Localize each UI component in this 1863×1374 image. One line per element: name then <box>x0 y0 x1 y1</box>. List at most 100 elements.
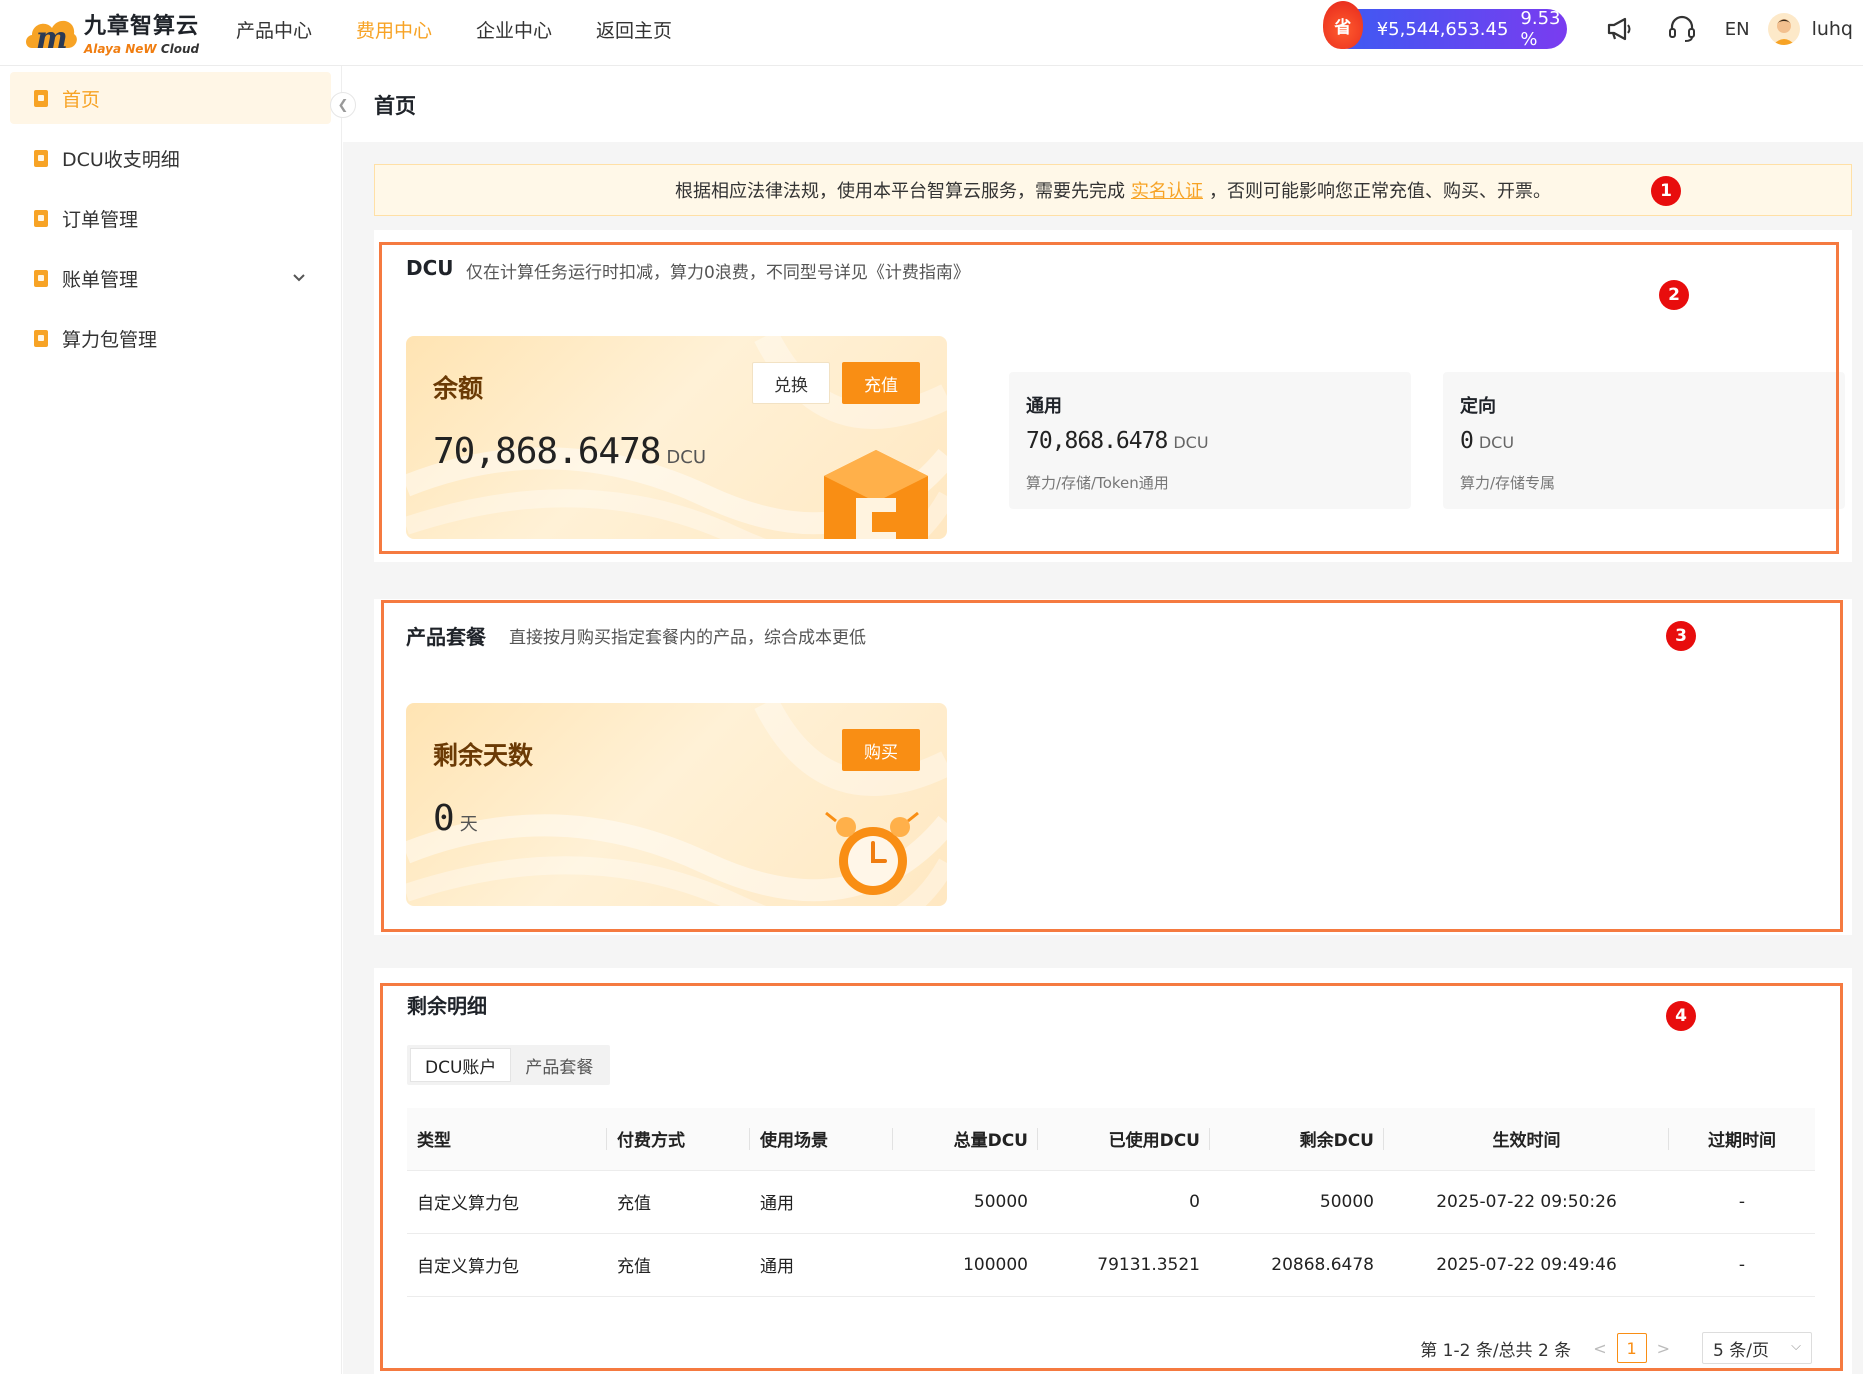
col-expire: 过期时间 <box>1669 1108 1815 1171</box>
real-name-auth-link[interactable]: 实名认证 <box>1131 177 1203 203</box>
detail-section: 剩余明细 DCU账户 产品套餐 类型 付费方式 使用场景 总量DCU 已使用DC… <box>374 968 1852 1374</box>
nav-home[interactable]: 返回主页 <box>596 16 672 43</box>
sidebar: 首页 DCU收支明细 订单管理 账单管理 算力包管理 <box>0 66 342 1374</box>
col-payment: 付费方式 <box>607 1108 750 1171</box>
buy-button[interactable]: 购买 <box>842 729 920 771</box>
package-icon <box>34 329 48 347</box>
remaining-days-value: 0天 <box>433 798 478 839</box>
balance-card: 余额 兑换 充值 70,868.6478 DCU <box>406 336 947 539</box>
col-remaining: 剩余DCU <box>1210 1108 1384 1171</box>
cell-expire: - <box>1669 1233 1815 1297</box>
page-size-select[interactable]: 5 条/页 ⌵ <box>1702 1332 1812 1364</box>
cell-scene: 通用 <box>750 1233 893 1297</box>
nav-billing[interactable]: 费用中心 <box>356 16 432 43</box>
balance-label: 余额 <box>433 374 484 403</box>
cell-expire: - <box>1669 1170 1815 1234</box>
document-icon <box>34 149 48 167</box>
cell-effective: 2025-07-22 09:49:46 <box>1384 1233 1669 1297</box>
cell-type: 自定义算力包 <box>407 1170 607 1234</box>
top-header: m 九章智算云 Alaya NeW Cloud 产品中心 费用中心 企业中心 返… <box>0 0 1863 66</box>
sidebar-collapse-button[interactable]: ❮ <box>330 92 356 118</box>
cell-effective: 2025-07-22 09:50:26 <box>1384 1170 1669 1234</box>
cell-scene: 通用 <box>750 1170 893 1234</box>
dcu-description: 仅在计算任务运行时扣减，算力0浪费，不同型号详见《计费指南》 <box>466 263 970 283</box>
col-total: 总量DCU <box>893 1108 1038 1171</box>
recharge-button[interactable]: 充值 <box>842 362 920 404</box>
savings-flame-icon: 省 <box>1322 1 1363 49</box>
sidebar-item-orders[interactable]: 订单管理 <box>10 192 331 244</box>
general-desc: 算力/存储/Token通用 <box>1026 474 1169 492</box>
username[interactable]: luhq <box>1812 18 1853 40</box>
logo-title: 九章智算云 <box>84 14 200 39</box>
general-title: 通用 <box>1026 396 1062 417</box>
sidebar-item-packages[interactable]: 算力包管理 <box>10 312 331 364</box>
chevron-down-icon: ⌵ <box>1791 1339 1801 1354</box>
language-switch[interactable]: EN <box>1725 19 1750 40</box>
sidebar-item-dcu-detail[interactable]: DCU收支明细 <box>10 132 331 184</box>
col-type: 类型 <box>407 1108 607 1171</box>
bill-icon <box>34 269 48 287</box>
general-dcu-card: 通用 70,868.6478 DCU 算力/存储/Token通用 <box>1009 372 1411 509</box>
remaining-detail-table: 类型 付费方式 使用场景 总量DCU 已使用DCU 剩余DCU 生效时间 过期时… <box>407 1108 1815 1297</box>
balance-value: 70,868.6478 DCU <box>433 431 707 472</box>
chevron-down-icon[interactable] <box>291 268 307 290</box>
megaphone-icon[interactable] <box>1603 12 1637 46</box>
avatar[interactable] <box>1767 13 1800 45</box>
notice-text-pre: 根据相应法律法规，使用本平台智算云服务，需要先完成 <box>675 181 1125 202</box>
sidebar-item-label: 算力包管理 <box>62 328 158 351</box>
notice-text-post: ，否则可能影响您正常充值、购买、开票。 <box>1209 181 1551 202</box>
dcu-cube-icon <box>824 450 928 539</box>
general-value: 70,868.6478 DCU <box>1026 428 1209 454</box>
cell-payment: 充值 <box>607 1170 750 1234</box>
table-row: 自定义算力包 充值 通用 50000 0 50000 2025-07-22 09… <box>407 1170 1815 1234</box>
table-row: 自定义算力包 充值 通用 100000 79131.3521 20868.647… <box>407 1233 1815 1297</box>
dcu-title: DCU <box>406 256 454 280</box>
annotation-badge-1: 1 <box>1651 176 1681 206</box>
col-effective: 生效时间 <box>1384 1108 1669 1171</box>
main-nav: 产品中心 费用中心 企业中心 返回主页 <box>236 0 716 58</box>
section-gap <box>343 562 1863 599</box>
annotation-badge-4: 4 <box>1666 1001 1696 1031</box>
exchange-button[interactable]: 兑换 <box>752 362 830 404</box>
tab-dcu-account[interactable]: DCU账户 <box>410 1048 512 1082</box>
directed-title: 定向 <box>1460 396 1496 417</box>
package-subheading: 直接按月购买指定套餐内的产品，综合成本更低 <box>509 628 866 648</box>
logo-subtitle: Alaya NeW Cloud <box>84 42 200 56</box>
order-icon <box>34 209 48 227</box>
detail-title: 剩余明细 <box>407 994 487 1018</box>
nav-products[interactable]: 产品中心 <box>236 16 312 43</box>
nav-enterprise[interactable]: 企业中心 <box>476 16 552 43</box>
page-1-button[interactable]: 1 <box>1616 1333 1647 1363</box>
annotation-badge-2: 2 <box>1659 280 1689 310</box>
cell-used: 0 <box>1038 1170 1210 1234</box>
pagination-summary: 第 1-2 条/总共 2 条 <box>1420 1340 1572 1361</box>
cell-payment: 充值 <box>607 1233 750 1297</box>
chevron-left-icon: ❮ <box>337 97 349 113</box>
svg-text:m: m <box>36 21 68 56</box>
prev-page-icon[interactable]: < <box>1593 1339 1606 1358</box>
package-section: 产品套餐 直接按月购买指定套餐内的产品，综合成本更低 剩余天数 购买 0天 <box>374 599 1852 935</box>
cell-total: 50000 <box>893 1170 1038 1234</box>
next-page-icon[interactable]: > <box>1657 1339 1670 1358</box>
savings-percent: 9.53 % <box>1520 8 1561 50</box>
cell-total: 100000 <box>893 1233 1038 1297</box>
remaining-days-label: 剩余天数 <box>433 741 534 770</box>
logo[interactable]: m 九章智算云 Alaya NeW Cloud <box>22 6 202 58</box>
col-used: 已使用DCU <box>1038 1108 1210 1171</box>
directed-value: 0 DCU <box>1460 428 1515 454</box>
logo-mark-icon: m <box>22 8 78 56</box>
detail-tabs: DCU账户 产品套餐 <box>407 1045 611 1085</box>
pagination: 第 1-2 条/总共 2 条 < 1 > 5 条/页 ⌵ <box>1420 1332 1812 1364</box>
sidebar-item-home[interactable]: 首页 <box>10 72 331 124</box>
sidebar-item-label: DCU收支明细 <box>62 148 180 171</box>
sidebar-item-bills[interactable]: 账单管理 <box>10 252 331 304</box>
headset-icon[interactable] <box>1665 12 1699 46</box>
directed-desc: 算力/存储专属 <box>1460 474 1556 492</box>
sidebar-item-label: 订单管理 <box>62 208 139 231</box>
cell-type: 自定义算力包 <box>407 1233 607 1297</box>
cell-remaining: 50000 <box>1210 1170 1384 1234</box>
home-icon <box>34 89 48 107</box>
page-title: 首页 <box>374 94 416 118</box>
savings-pill[interactable]: 省 ¥5,544,653.45 9.53 % <box>1322 1 1567 50</box>
tab-product-package[interactable]: 产品套餐 <box>511 1048 607 1082</box>
